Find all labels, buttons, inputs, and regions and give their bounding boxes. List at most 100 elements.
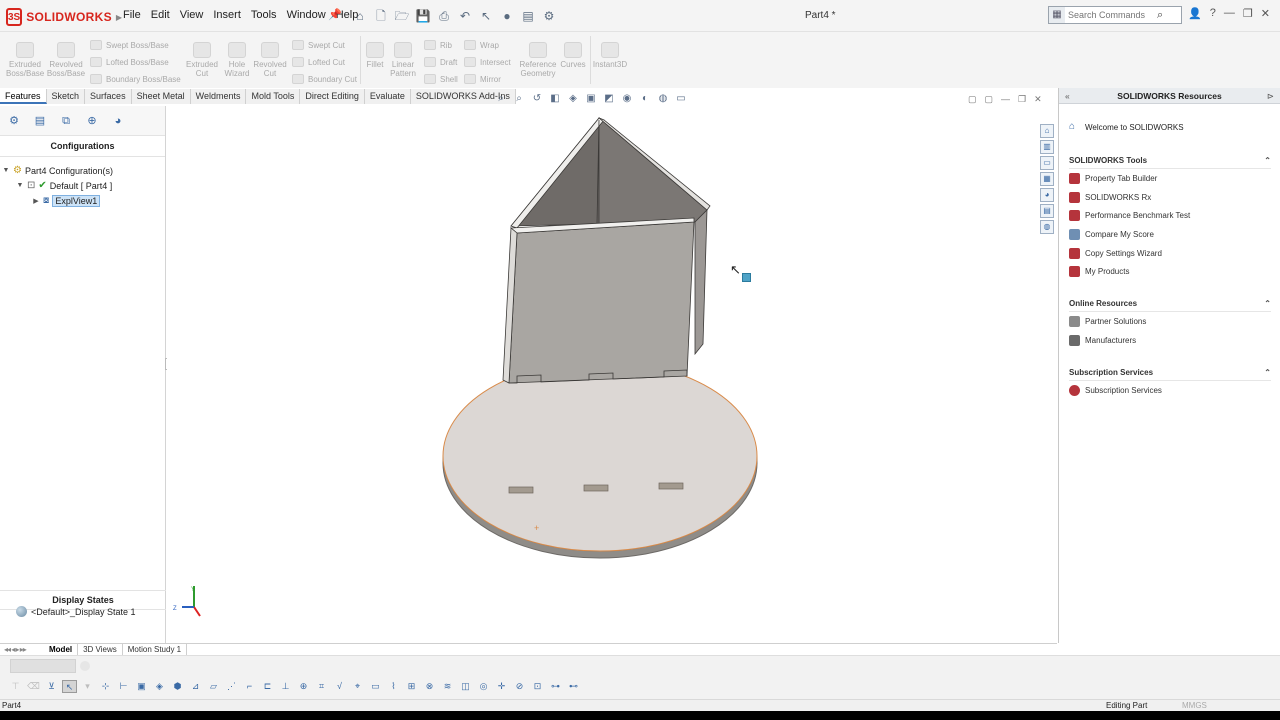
filter-surface-finish-icon[interactable]: √: [332, 680, 347, 693]
help-icon[interactable]: ?: [1210, 7, 1216, 20]
triangular-panel[interactable]: [510, 116, 711, 229]
link-compare-my-score[interactable]: Compare My Score: [1069, 225, 1271, 244]
filter-center-marks-icon[interactable]: ✛: [494, 680, 509, 693]
filter-faces-icon[interactable]: ▣: [134, 680, 149, 693]
minimize-icon[interactable]: —: [1224, 7, 1235, 20]
filter-dropdown-icon[interactable]: ▾: [80, 680, 95, 693]
apply-scene-icon[interactable]: ◍: [656, 93, 670, 105]
options-gear-icon[interactable]: ⚙: [541, 9, 557, 23]
undo-icon[interactable]: ↶: [457, 9, 473, 23]
filter-solids-icon[interactable]: ⬢: [170, 680, 185, 693]
filter-weld-icon[interactable]: ⌇: [386, 680, 401, 693]
collapse-icon[interactable]: ▼: [2, 167, 10, 174]
save-icon[interactable]: 💾: [415, 9, 431, 23]
tab-evaluate[interactable]: Evaluate: [364, 89, 411, 104]
tab-surfaces[interactable]: Surfaces: [85, 89, 132, 104]
tree-root[interactable]: ▼ ⚙ Part4 Configuration(s): [0, 163, 165, 178]
tab-direct-editing[interactable]: Direct Editing: [300, 89, 365, 104]
menu-edit[interactable]: Edit: [146, 9, 175, 21]
section-view-icon[interactable]: ◧: [548, 93, 562, 105]
link-subscription-services[interactable]: Subscription Services: [1069, 381, 1271, 400]
display-style-icon[interactable]: ◩: [602, 93, 616, 105]
tab-sheet-metal[interactable]: Sheet Metal: [131, 89, 191, 104]
tree-exploded-view[interactable]: ▶ ⧇ ExplView1: [0, 193, 165, 208]
filter-routing-points-icon[interactable]: ⊶: [548, 680, 563, 693]
menu-insert[interactable]: Insert: [208, 9, 246, 21]
filter-blocks-icon[interactable]: ◫: [458, 680, 473, 693]
filter-connection-points-icon[interactable]: ⊡: [530, 680, 545, 693]
section-title[interactable]: Online Resources ⌃: [1069, 299, 1271, 312]
link-my-products[interactable]: My Products: [1069, 262, 1271, 281]
front-panel[interactable]: [502, 217, 695, 384]
tab-features[interactable]: Features: [0, 89, 47, 104]
boundary-boss-button[interactable]: Boundary Boss/Base: [90, 74, 181, 84]
rebuild-icon[interactable]: ●: [499, 9, 515, 23]
rib-button[interactable]: Rib: [424, 40, 452, 50]
filter-datum-target-icon[interactable]: ⊗: [422, 680, 437, 693]
swept-cut-button[interactable]: Swept Cut: [292, 40, 345, 50]
graphics-area[interactable]: + Y Z: [167, 106, 1057, 643]
clear-filters-icon[interactable]: ⌫: [26, 680, 41, 693]
new-document-icon[interactable]: 🗋: [373, 9, 389, 23]
tab-model[interactable]: Model: [44, 644, 79, 655]
link-manufacturers[interactable]: Manufacturers: [1069, 331, 1271, 350]
menu-window[interactable]: Window: [282, 9, 331, 21]
chevron-up-icon[interactable]: ⌃: [1264, 299, 1271, 308]
view-orientation-icon[interactable]: ▣: [584, 93, 598, 105]
previous-view-icon[interactable]: ↺: [530, 93, 544, 105]
tile-vertical-icon[interactable]: ▢: [985, 94, 994, 105]
filter-balloons-icon[interactable]: ◎: [476, 680, 491, 693]
solidworks-logo[interactable]: 3S SOLIDWORKS ▶: [6, 6, 122, 28]
search-icon[interactable]: ⌕: [1157, 9, 1169, 22]
display-manager-tab-icon[interactable]: ◕: [108, 113, 128, 129]
filter-dowel-symbols-icon[interactable]: ⊘: [512, 680, 527, 693]
edit-appearance-icon[interactable]: ◐: [638, 93, 652, 105]
menu-tools[interactable]: Tools: [246, 9, 282, 21]
chevron-up-icon[interactable]: ⌃: [1264, 368, 1271, 377]
model-view[interactable]: +: [167, 106, 1057, 643]
intersect-button[interactable]: Intersect: [464, 57, 511, 67]
tab-weldments[interactable]: Weldments: [190, 89, 247, 104]
welcome-link[interactable]: ⌂ Welcome to SOLIDWORKS: [1069, 122, 1184, 132]
collapse-pane-icon[interactable]: «: [1065, 88, 1070, 104]
appearances-icon[interactable]: ◕: [1040, 188, 1054, 202]
zoom-to-fit-icon[interactable]: ⌕: [494, 93, 508, 105]
filter-datum-icon[interactable]: ⊞: [404, 680, 419, 693]
print-icon[interactable]: ⎙: [436, 9, 452, 23]
linear-pattern-button[interactable]: Linear Pattern: [388, 42, 418, 78]
tile-icon[interactable]: ▢: [968, 94, 977, 105]
tab-sketch[interactable]: Sketch: [46, 89, 86, 104]
home-icon[interactable]: ⌂: [352, 9, 368, 23]
pin-icon[interactable]: ⊳: [1267, 88, 1274, 104]
disc-slot[interactable]: [583, 484, 609, 492]
select-pointer-icon[interactable]: ↖: [62, 680, 77, 693]
mirror-button[interactable]: Mirror: [464, 74, 501, 84]
section-title[interactable]: Subscription Services ⌃: [1069, 368, 1271, 381]
filter-mates-icon[interactable]: ⊷: [566, 680, 581, 693]
custom-properties-icon[interactable]: ▤: [1040, 204, 1054, 218]
expand-icon[interactable]: ▶: [32, 197, 40, 205]
search-scope-icon[interactable]: ▦: [1049, 7, 1065, 23]
open-folder-icon[interactable]: 🗁: [394, 9, 410, 23]
forum-icon[interactable]: ◍: [1040, 220, 1054, 234]
filter-axes-icon[interactable]: ⊿: [188, 680, 203, 693]
minimize-icon[interactable]: —: [1001, 94, 1010, 105]
select-icon[interactable]: ↖: [478, 9, 494, 23]
dimxpert-tab-icon[interactable]: ⊕: [82, 113, 102, 129]
configuration-manager-tab-icon[interactable]: ⧉: [56, 113, 76, 129]
select-all-filters-icon[interactable]: ⊻: [44, 680, 59, 693]
disc-slot[interactable]: [658, 482, 684, 490]
restore-icon[interactable]: ❐: [1243, 7, 1253, 20]
extruded-cut-button[interactable]: Extruded Cut: [184, 42, 220, 78]
property-manager-tab-icon[interactable]: ▤: [30, 113, 50, 129]
filter-sketch-points-icon[interactable]: ⋰: [224, 680, 239, 693]
filter-cosmetic-thread-icon[interactable]: ≋: [440, 680, 455, 693]
filter-midpoints-icon[interactable]: ⊏: [260, 680, 275, 693]
filter-planes-icon[interactable]: ▱: [206, 680, 221, 693]
view-palette-icon[interactable]: ▦: [1040, 172, 1054, 186]
tree-config-default[interactable]: ▼ ⊡ ✔ Default [ Part4 ]: [0, 178, 165, 193]
search-input[interactable]: [1065, 10, 1157, 20]
tab-scroll-arrows-icon[interactable]: ◂◂ ◂ ▸ ▸▸: [0, 645, 44, 654]
shell-button[interactable]: Shell: [424, 74, 458, 84]
menu-file[interactable]: File: [118, 9, 146, 21]
